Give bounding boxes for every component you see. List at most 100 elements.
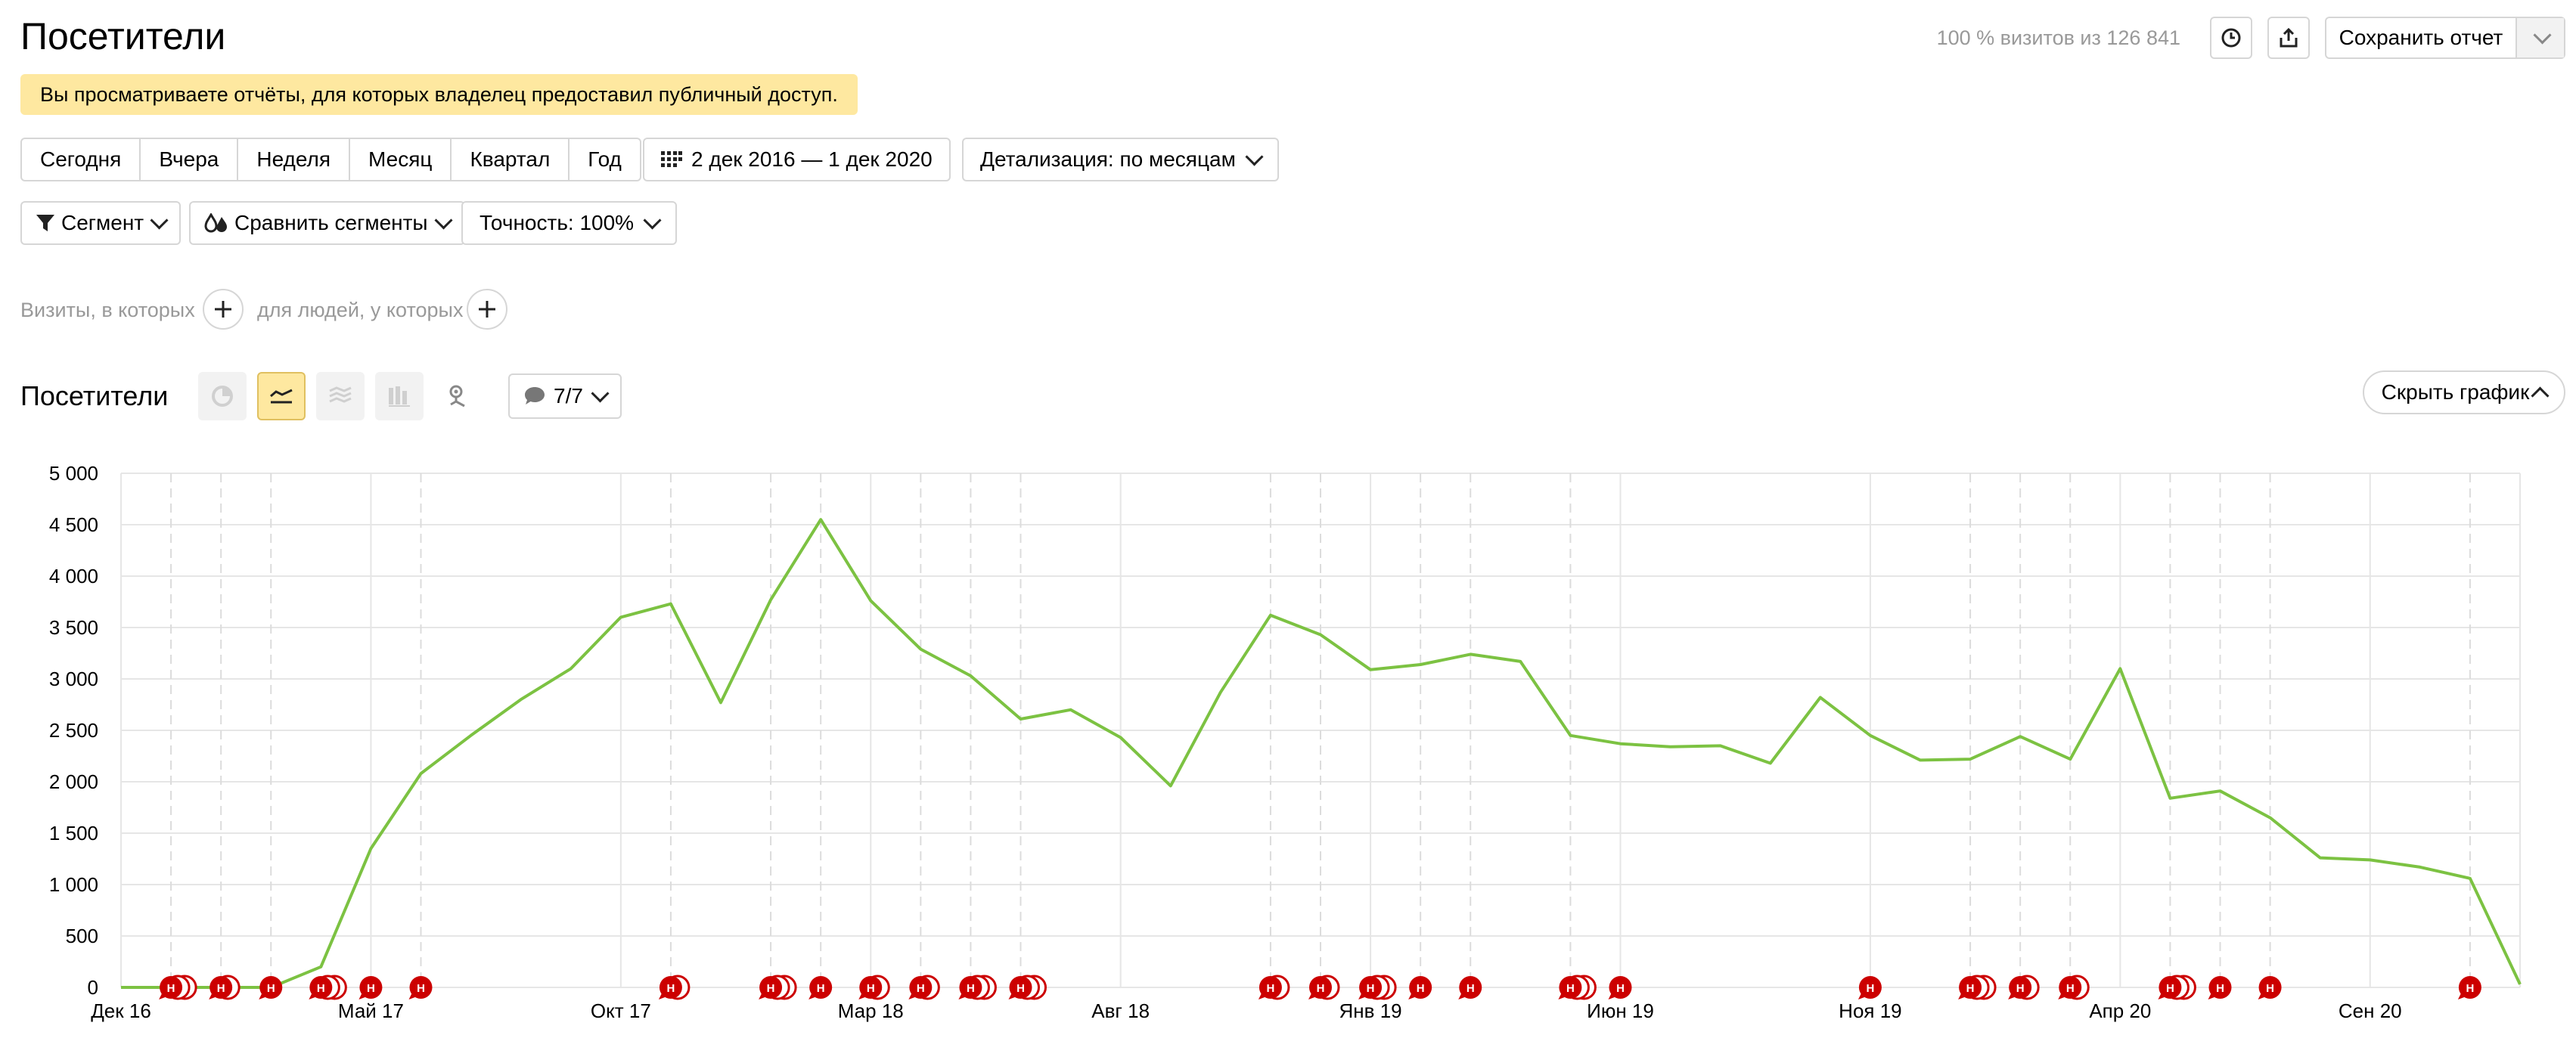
x-tick-label: Окт 17	[591, 999, 651, 1022]
chevron-down-icon	[591, 383, 610, 403]
x-tick-label: Июн 19	[1587, 999, 1654, 1022]
plus-icon	[215, 301, 231, 318]
chart-type-area[interactable]	[316, 372, 365, 420]
chart-type-pie[interactable]	[198, 372, 247, 420]
clock-icon	[2221, 28, 2241, 48]
detail-dropdown[interactable]: Детализация: по месяцам	[962, 138, 1279, 181]
add-people-condition-button[interactable]	[467, 289, 507, 330]
chart-type-bar[interactable]	[375, 372, 424, 420]
export-icon	[2280, 27, 2298, 48]
report-title: Посетители	[20, 380, 169, 411]
chevron-down-icon	[2532, 25, 2552, 45]
note-marker-label: Н	[1566, 982, 1575, 995]
hide-chart-button[interactable]: Скрыть график	[2363, 370, 2565, 414]
notes-dropdown[interactable]: 7/7	[508, 373, 622, 419]
note-marker-label: Н	[1266, 982, 1274, 995]
accuracy-dropdown[interactable]: Точность: 100%	[461, 201, 678, 245]
visits-condition-label: Визиты, в которых	[20, 299, 195, 321]
save-report-button[interactable]: Сохранить отчет	[2326, 18, 2515, 57]
y-tick-label: 0	[88, 976, 98, 999]
note-marker-label: Н	[317, 982, 325, 995]
y-tick-label: 1 500	[49, 822, 98, 845]
period-selector: Сегодня Вчера Неделя Месяц Квартал Год	[20, 138, 641, 181]
compare-icon	[204, 213, 227, 233]
note-marker-label: Н	[867, 982, 875, 995]
hide-chart-label: Скрыть график	[2381, 380, 2530, 404]
note-marker-label: Н	[1866, 982, 1874, 995]
note-marker-label: Н	[2066, 982, 2075, 995]
comment-icon	[525, 387, 545, 404]
line-chart-icon	[270, 389, 293, 404]
x-tick-label: Дек 16	[91, 999, 151, 1022]
chevron-up-icon	[2531, 386, 2550, 405]
note-marker-label: Н	[217, 982, 225, 995]
map-pin-icon	[449, 385, 465, 408]
bar-chart-icon	[389, 386, 410, 407]
period-week[interactable]: Неделя	[238, 139, 351, 180]
x-tick-label: Авг 18	[1091, 999, 1150, 1022]
note-marker-label: Н	[2166, 982, 2174, 995]
note-marker-label: Н	[167, 982, 175, 995]
x-tick-label: Сен 20	[2339, 999, 2402, 1022]
page-title: Посетители	[20, 15, 226, 57]
visits-info: 100 % визитов из 126 841	[1936, 26, 2180, 49]
notes-count: 7/7	[554, 384, 583, 408]
y-tick-label: 5 000	[49, 462, 98, 485]
y-tick-label: 2 000	[49, 770, 98, 793]
note-marker-label: Н	[1317, 982, 1325, 995]
accuracy-label: Точность: 100%	[480, 211, 635, 234]
segment-label: Сегмент	[61, 211, 144, 234]
note-marker-label: Н	[2216, 982, 2224, 995]
note-marker-label: Н	[1616, 982, 1625, 995]
y-tick-label: 4 500	[49, 513, 98, 536]
chart-type-map[interactable]	[434, 372, 483, 420]
note-marker-label: Н	[767, 982, 775, 995]
note-marker-label: Н	[2466, 982, 2474, 995]
x-tick-label: Мар 18	[838, 999, 904, 1022]
note-marker-label: Н	[1367, 982, 1375, 995]
add-visits-condition-button[interactable]	[203, 289, 244, 330]
filter-icon	[36, 215, 54, 231]
public-access-notice: Вы просматриваете отчёты, для которых вл…	[20, 74, 858, 115]
people-condition-label: для людей, у которых	[257, 299, 464, 321]
chevron-down-icon	[643, 210, 662, 230]
chevron-down-icon	[1245, 147, 1264, 166]
area-chart-icon	[329, 386, 352, 403]
period-month[interactable]: Месяц	[350, 139, 452, 180]
segment-dropdown[interactable]: Сегмент	[20, 201, 182, 245]
note-marker-label: Н	[1966, 982, 1975, 995]
note-marker-label: Н	[917, 982, 925, 995]
y-tick-label: 1 000	[49, 873, 98, 896]
note-marker-label: Н	[1016, 982, 1025, 995]
period-yesterday[interactable]: Вчера	[141, 139, 239, 180]
save-report-menu-button[interactable]	[2515, 18, 2564, 57]
calendar-icon	[661, 151, 682, 167]
note-marker-label: Н	[367, 982, 375, 995]
compare-label: Сравнить сегменты	[234, 211, 428, 234]
note-marker-label: Н	[267, 982, 275, 995]
x-tick-label: Янв 19	[1339, 999, 1402, 1022]
note-marker-label: Н	[2016, 982, 2025, 995]
period-quarter[interactable]: Квартал	[452, 139, 570, 180]
export-button[interactable]	[2267, 17, 2310, 59]
y-tick-label: 3 500	[49, 616, 98, 639]
y-tick-label: 2 500	[49, 719, 98, 742]
note-marker-label: Н	[417, 982, 425, 995]
history-button[interactable]	[2210, 17, 2252, 59]
date-range-button[interactable]: 2 дек 2016 — 1 дек 2020	[643, 138, 951, 181]
period-year[interactable]: Год	[570, 139, 640, 180]
chevron-down-icon	[434, 210, 453, 230]
plus-icon	[479, 301, 495, 318]
note-marker-label: Н	[666, 982, 675, 995]
y-tick-label: 500	[66, 925, 98, 947]
y-tick-label: 3 000	[49, 668, 98, 690]
note-marker-label: Н	[967, 982, 975, 995]
note-marker-label: Н	[2266, 982, 2274, 995]
x-tick-label: Ноя 19	[1839, 999, 1901, 1022]
chart-type-line[interactable]	[257, 372, 306, 420]
chevron-down-icon	[150, 210, 169, 230]
pie-chart-icon	[212, 386, 233, 407]
note-marker-label: Н	[1417, 982, 1425, 995]
compare-segments-dropdown[interactable]: Сравнить сегменты	[189, 201, 465, 245]
period-today[interactable]: Сегодня	[22, 139, 141, 180]
